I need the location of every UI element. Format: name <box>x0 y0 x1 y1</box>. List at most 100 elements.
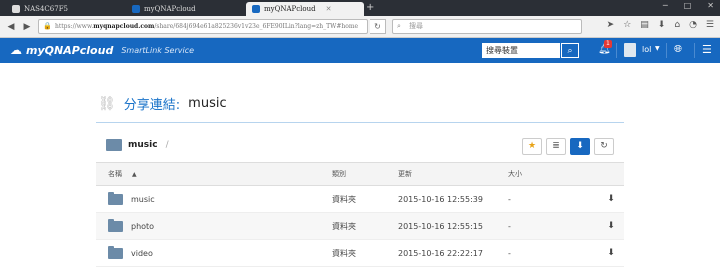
notification-badge: 1 <box>604 40 612 48</box>
breadcrumb-current[interactable]: music <box>128 140 158 150</box>
file-modified: 2015-10-16 12:55:39 <box>398 194 483 204</box>
share-label: 分享連結: <box>123 98 181 113</box>
grid-menu-icon[interactable]: ☰ <box>702 43 712 56</box>
list-view-icon: ≣ <box>552 141 560 151</box>
cloud-logo-icon: ☁ <box>10 43 22 57</box>
action-toolbar: ★ ≣ ⬇ ↻ <box>522 138 614 155</box>
back-icon[interactable]: ◀ <box>4 20 18 34</box>
divider <box>666 43 667 58</box>
share-heading: ⛓ 分享連結: music <box>98 94 227 114</box>
chevron-down-icon[interactable]: ▼ <box>655 45 660 52</box>
new-tab-button[interactable]: + <box>366 2 374 14</box>
avatar[interactable] <box>624 43 636 57</box>
file-size: - <box>508 194 511 204</box>
browser-tab[interactable]: NAS4C67F5 <box>6 2 126 16</box>
reload-icon[interactable]: ↻ <box>370 19 386 34</box>
tab-label: myQNAPcloud <box>264 5 316 13</box>
hamburger-menu-icon[interactable]: ☰ <box>706 20 714 30</box>
search-icon: ⌕ <box>397 22 401 30</box>
table-row[interactable]: video 資料夾 2015-10-16 22:22:17 - ⬇ <box>96 240 624 267</box>
file-modified: 2015-10-16 12:55:15 <box>398 221 483 231</box>
row-download-icon[interactable]: ⬇ <box>598 221 624 231</box>
username[interactable]: lol <box>642 45 651 54</box>
column-header-name[interactable]: 名稱 ▲ <box>96 169 332 179</box>
table-header: 名稱 ▲ 類別 更新 大小 <box>96 162 624 186</box>
browser-search-input[interactable]: ⌕ 搜尋 <box>392 19 582 34</box>
browser-tab-bar: NAS4C67F5 myQNAPcloud myQNAPcloud ✕ + ─ … <box>0 0 720 16</box>
breadcrumb-separator: / <box>165 140 169 150</box>
window-controls: ─ □ ✕ <box>663 1 714 10</box>
column-label: 名稱 <box>108 170 122 178</box>
row-download-icon[interactable]: ⬇ <box>598 248 624 258</box>
star-icon: ★ <box>527 141 537 151</box>
divider <box>694 43 695 58</box>
nas-favicon-icon <box>12 5 20 13</box>
download-icon[interactable]: ⬇ <box>658 20 666 30</box>
heading-divider <box>96 122 624 123</box>
column-header-size[interactable]: 大小 <box>508 169 598 179</box>
favorite-button[interactable]: ★ <box>522 138 542 155</box>
file-type: 資料夾 <box>332 221 356 231</box>
browser-tab-active[interactable]: myQNAPcloud ✕ <box>246 2 364 16</box>
minimize-icon[interactable]: ─ <box>663 1 668 10</box>
address-bar[interactable]: 🔒 https://www.myqnapcloud.com/share/684j… <box>38 19 368 34</box>
file-size: - <box>508 248 511 258</box>
browser-tab[interactable]: myQNAPcloud <box>126 2 246 16</box>
forward-icon[interactable]: ▶ <box>20 20 34 34</box>
file-name[interactable]: video <box>131 249 153 258</box>
file-modified: 2015-10-16 22:22:17 <box>398 248 483 258</box>
close-window-icon[interactable]: ✕ <box>707 1 714 10</box>
divider <box>616 43 617 58</box>
browser-nav-bar: ◀ ▶ 🔒 https://www.myqnapcloud.com/share/… <box>0 16 720 38</box>
url-path: /share/684j694e61a825236v1v23e_6FE90ILin… <box>154 23 359 30</box>
home-icon[interactable]: ⌂ <box>674 20 680 30</box>
view-mode-button[interactable]: ≣ <box>546 138 566 155</box>
file-name[interactable]: photo <box>131 222 154 231</box>
folder-icon <box>108 218 123 232</box>
device-search-input[interactable]: 搜尋裝置 <box>482 43 560 58</box>
folder-icon <box>108 245 123 259</box>
breadcrumb: music / <box>106 139 169 151</box>
cloud-favicon-icon <box>132 5 140 13</box>
url-prefix: https://www. <box>55 23 94 30</box>
download-icon: ⬇ <box>576 141 584 151</box>
globe-icon[interactable]: 🌐︎ <box>674 44 682 55</box>
close-tab-icon[interactable]: ✕ <box>326 2 332 16</box>
folder-icon <box>108 191 123 205</box>
sort-asc-icon: ▲ <box>132 170 137 178</box>
refresh-icon: ↻ <box>600 141 608 151</box>
url-domain: myqnapcloud.com <box>93 23 155 30</box>
browser-search-placeholder: 搜尋 <box>409 22 423 30</box>
brand-name: myQNAPcloud <box>26 43 114 57</box>
row-download-icon[interactable]: ⬇ <box>598 194 624 204</box>
file-type: 資料夾 <box>332 194 356 204</box>
file-table: 名稱 ▲ 類別 更新 大小 music 資料夾 2015-10-16 12:55:… <box>96 162 624 267</box>
refresh-button[interactable]: ↻ <box>594 138 614 155</box>
browser-toolbar: ➤ ☆ ▤ ⬇ ⌂ ◔ ☰ <box>607 20 714 30</box>
share-name: music <box>188 96 227 111</box>
bookmark-star-icon[interactable]: ☆ <box>623 20 631 30</box>
pocket-icon[interactable]: ◔ <box>689 20 697 30</box>
table-row[interactable]: music 資料夾 2015-10-16 12:55:39 - ⬇ <box>96 186 624 213</box>
maximize-icon[interactable]: □ <box>684 1 692 10</box>
app-header: ☁ myQNAPcloud SmartLink Service 搜尋裝置 ⌕ 🔔… <box>0 38 720 63</box>
file-name[interactable]: music <box>131 195 155 204</box>
app-logo[interactable]: ☁ myQNAPcloud SmartLink Service <box>10 43 194 57</box>
clipboard-icon[interactable]: ▤ <box>640 20 649 30</box>
device-search-button[interactable]: ⌕ <box>561 43 579 58</box>
tab-label: NAS4C67F5 <box>24 5 69 13</box>
folder-home-icon <box>106 139 122 151</box>
file-size: - <box>508 221 511 231</box>
tab-label: myQNAPcloud <box>144 5 196 13</box>
link-chain-icon: ⛓ <box>98 95 116 112</box>
column-header-modified[interactable]: 更新 <box>398 169 508 179</box>
column-header-type[interactable]: 類別 <box>332 169 398 179</box>
send-icon[interactable]: ➤ <box>607 20 615 30</box>
download-button[interactable]: ⬇ <box>570 138 590 155</box>
brand-subtitle: SmartLink Service <box>121 45 195 55</box>
device-search-placeholder: 搜尋裝置 <box>486 46 518 55</box>
cloud-favicon-icon <box>252 5 260 13</box>
file-type: 資料夾 <box>332 248 356 258</box>
search-icon: ⌕ <box>567 46 573 56</box>
table-row[interactable]: photo 資料夾 2015-10-16 12:55:15 - ⬇ <box>96 213 624 240</box>
